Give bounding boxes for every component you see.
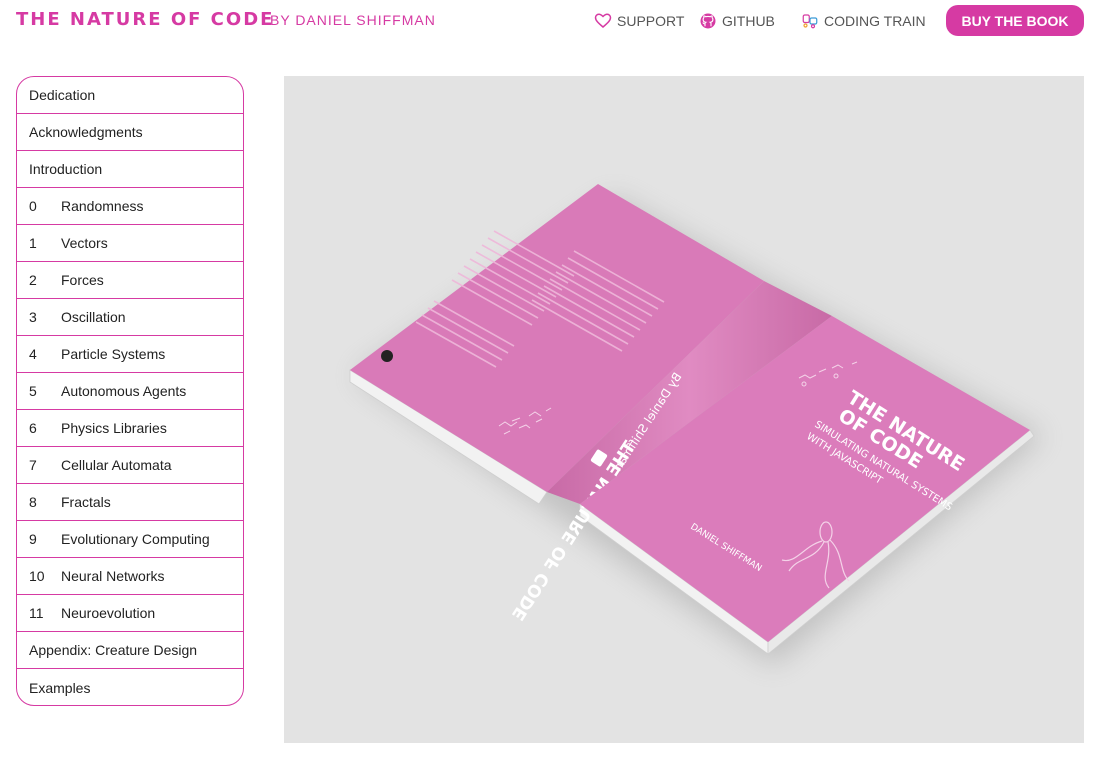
toc-chapter-number: 10 bbox=[29, 568, 45, 584]
toc-chapter-number: 0 bbox=[29, 198, 37, 214]
nav-github-label: GITHUB bbox=[722, 13, 775, 29]
toc-item-label: Randomness bbox=[61, 198, 144, 214]
nav-support-link[interactable]: SUPPORT bbox=[594, 10, 684, 32]
table-of-contents: Dedication Acknowledgments Introduction 0 Ra… bbox=[16, 76, 244, 706]
book-cover-image: THE NATURE OF CODE By Daniel Shiffman TH… bbox=[284, 76, 1084, 743]
toc-item[interactable]: 2 Forces bbox=[17, 262, 243, 299]
toc-item-label: Physics Libraries bbox=[61, 420, 167, 436]
toc-item-label: Examples bbox=[29, 679, 91, 696]
toc-item-label: Particle Systems bbox=[61, 346, 166, 362]
toc-item-label: Neural Networks bbox=[61, 568, 165, 584]
github-icon bbox=[700, 13, 716, 29]
toc-item[interactable]: 6 Physics Libraries bbox=[17, 410, 243, 447]
toc-item-label: Fractals bbox=[61, 494, 111, 510]
buy-book-button[interactable]: BUY THE BOOK bbox=[946, 5, 1084, 36]
toc-item[interactable]: Examples bbox=[17, 669, 243, 705]
toc-item-label: Cellular Automata bbox=[61, 457, 172, 473]
train-icon bbox=[802, 14, 818, 29]
toc-item[interactable]: 5 Autonomous Agents bbox=[17, 373, 243, 410]
toc-chapter-number: 8 bbox=[29, 494, 37, 510]
toc-item[interactable]: 8 Fractals bbox=[17, 484, 243, 521]
toc-item-label: Introduction bbox=[29, 161, 103, 177]
toc-item[interactable]: Appendix: Creature Design bbox=[17, 632, 243, 669]
toc-item[interactable]: 3 Oscillation bbox=[17, 299, 243, 336]
author-byline: BY DANIEL SHIFFMAN bbox=[270, 12, 436, 28]
toc-item[interactable]: 10 Neural Networks bbox=[17, 558, 243, 595]
toc-item-label: Acknowledgments bbox=[29, 124, 143, 140]
heart-icon bbox=[594, 13, 612, 28]
book-illustration: THE NATURE OF CODE By Daniel Shiffman TH… bbox=[349, 184, 1044, 666]
publisher-logo-icon bbox=[381, 350, 393, 362]
toc-chapter-number: 5 bbox=[29, 383, 37, 399]
toc-item-label: Appendix: Creature Design bbox=[29, 642, 198, 658]
toc-item[interactable]: Dedication bbox=[17, 77, 243, 114]
nav-support-label: SUPPORT bbox=[617, 13, 685, 29]
toc-item[interactable]: 11 Neuroevolution bbox=[17, 595, 243, 632]
toc-item[interactable]: 1 Vectors bbox=[17, 225, 243, 262]
toc-item-label: Evolutionary Computing bbox=[61, 531, 210, 547]
toc-chapter-number: 7 bbox=[29, 457, 37, 473]
toc-chapter-number: 6 bbox=[29, 420, 37, 436]
nav-coding-train-label: CODING TRAIN bbox=[824, 13, 926, 29]
toc-item-label: Vectors bbox=[61, 235, 108, 251]
toc-chapter-number: 4 bbox=[29, 346, 37, 362]
toc-item-label: Neuroevolution bbox=[61, 605, 156, 621]
toc-item[interactable]: 0 Randomness bbox=[17, 188, 243, 225]
toc-item[interactable]: 4 Particle Systems bbox=[17, 336, 243, 373]
toc-chapter-number: 1 bbox=[29, 235, 37, 251]
toc-item-label: Autonomous Agents bbox=[61, 383, 187, 399]
toc-item-label: Oscillation bbox=[61, 309, 126, 325]
site-header: THE NATURE OF CODE BY DANIEL SHIFFMAN SU… bbox=[0, 0, 1099, 44]
toc-item-label: Forces bbox=[61, 272, 104, 288]
toc-item[interactable]: Acknowledgments bbox=[17, 114, 243, 151]
toc-item[interactable]: Introduction bbox=[17, 151, 243, 188]
site-title[interactable]: THE NATURE OF CODE bbox=[16, 9, 274, 30]
toc-chapter-number: 2 bbox=[29, 272, 37, 288]
toc-item[interactable]: 7 Cellular Automata bbox=[17, 447, 243, 484]
toc-chapter-number: 11 bbox=[29, 605, 44, 621]
toc-chapter-number: 3 bbox=[29, 309, 37, 325]
toc-item-label: Dedication bbox=[29, 87, 96, 103]
nav-coding-train-link[interactable]: CODING TRAIN bbox=[801, 10, 926, 32]
toc-item[interactable]: 9 Evolutionary Computing bbox=[17, 521, 243, 558]
nav-github-link[interactable]: GITHUB bbox=[699, 10, 775, 32]
toc-chapter-number: 9 bbox=[29, 531, 37, 547]
